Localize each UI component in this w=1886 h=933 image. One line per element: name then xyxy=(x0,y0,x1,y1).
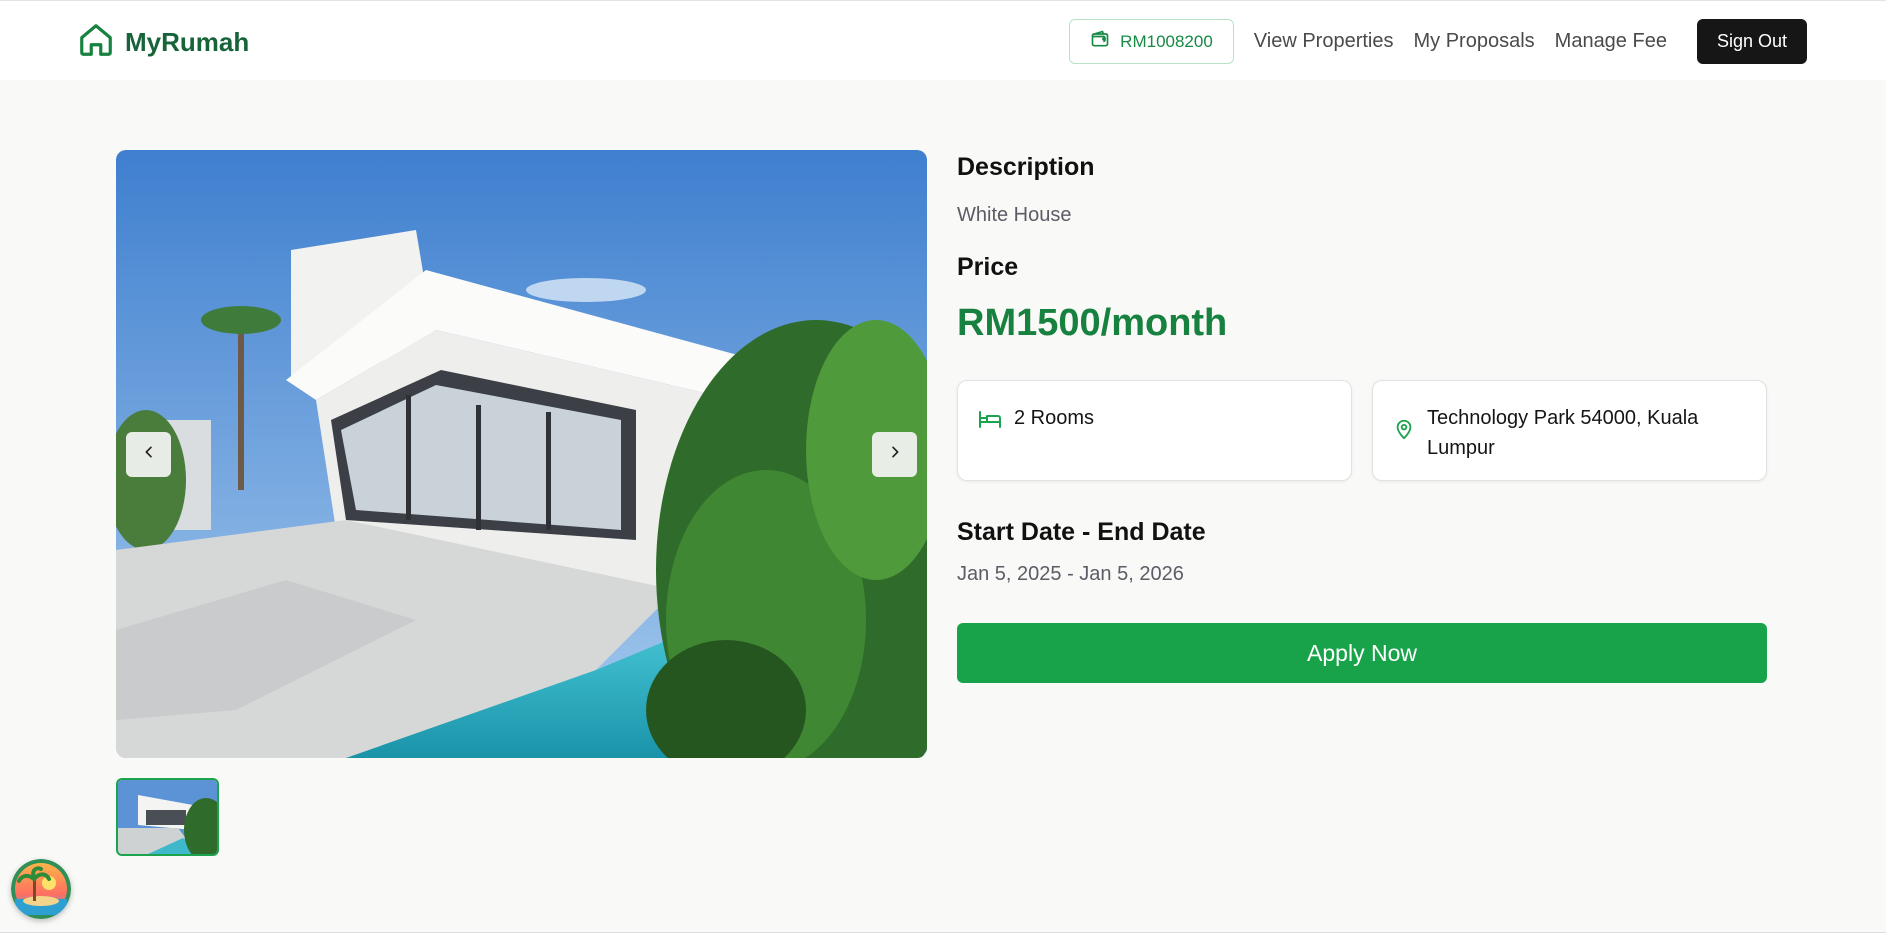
wallet-balance-button[interactable]: RM1008200 xyxy=(1069,19,1234,64)
wallet-balance: RM1008200 xyxy=(1120,31,1213,51)
bed-icon xyxy=(978,403,1002,438)
sign-out-button[interactable]: Sign Out xyxy=(1696,19,1807,64)
description-heading: Description xyxy=(957,153,1095,181)
rooms-count: 2 Rooms xyxy=(1014,407,1095,429)
nav-manage-fee[interactable]: Manage Fee xyxy=(1555,30,1667,53)
top-navbar: MyRumah RM1008200 View Properties My Pro… xyxy=(0,0,1886,80)
dates-heading: Start Date - End Date xyxy=(957,518,1206,546)
main-nav: RM1008200 View Properties My Proposals M… xyxy=(1069,19,1807,64)
nav-my-proposals[interactable]: My Proposals xyxy=(1414,30,1535,53)
floating-assistant-button[interactable] xyxy=(11,859,71,919)
property-main-image xyxy=(116,150,927,758)
rooms-card: 2 Rooms xyxy=(957,380,1352,481)
image-thumbnail[interactable] xyxy=(116,778,219,856)
brand-name: MyRumah xyxy=(125,27,250,57)
location-text: Technology Park 54000, Kuala Lumpur xyxy=(1427,407,1699,459)
wallet-icon xyxy=(1090,29,1110,54)
property-image-carousel xyxy=(116,150,927,758)
chevron-right-icon xyxy=(887,444,903,465)
next-image-button[interactable] xyxy=(872,432,917,477)
apply-now-button[interactable]: Apply Now xyxy=(957,623,1767,683)
dates-text: Jan 5, 2025 - Jan 5, 2026 xyxy=(957,563,1184,585)
chevron-left-icon xyxy=(141,444,157,465)
property-info-cards: 2 Rooms Technology Park 54000, Kuala Lum… xyxy=(957,380,1767,481)
location-card: Technology Park 54000, Kuala Lumpur xyxy=(1372,380,1767,481)
price-heading: Price xyxy=(957,253,1019,281)
description-text: White House xyxy=(957,204,1072,226)
property-details: Description White House Price RM1500/mon… xyxy=(957,150,1767,683)
price-value: RM1500/month xyxy=(957,302,1228,344)
previous-image-button[interactable] xyxy=(126,432,171,477)
house-icon xyxy=(77,21,115,64)
nav-view-properties[interactable]: View Properties xyxy=(1254,30,1394,53)
brand[interactable]: MyRumah xyxy=(77,21,249,64)
map-pin-icon xyxy=(1393,403,1415,450)
